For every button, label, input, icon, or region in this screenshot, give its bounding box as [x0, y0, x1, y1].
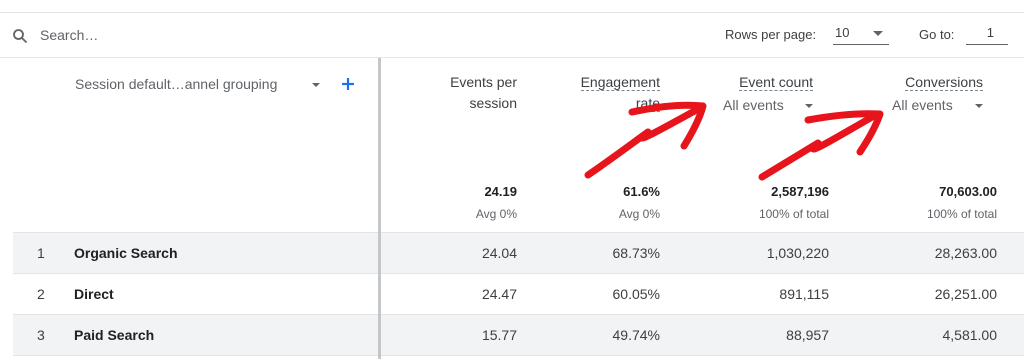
chevron-down-icon[interactable] [805, 104, 813, 108]
row-metric-value: 28,263.00 [934, 245, 997, 261]
column-header-line: rate [635, 95, 660, 112]
row-metric-value: 891,115 [779, 286, 829, 302]
rows-per-page-select[interactable]: 10 [833, 21, 889, 45]
row-index: 2 [37, 286, 45, 302]
chevron-down-icon[interactable] [975, 104, 983, 108]
total-subtext: 100% of total [926, 207, 997, 221]
go-to-label: Go to: [919, 27, 955, 42]
row-metric-value: 24.04 [481, 245, 517, 261]
row-metric-value: 60.05% [612, 286, 660, 302]
row-metric-value: 24.47 [481, 286, 517, 302]
annotation-arrow-icon [584, 104, 704, 179]
column-header-line: Event count [739, 74, 813, 91]
chevron-down-icon[interactable] [312, 83, 320, 87]
row-dimension-value[interactable]: Direct [74, 286, 114, 302]
row-metric-value: 49.74% [612, 327, 660, 343]
row-divider [13, 355, 1024, 356]
row-index: 3 [37, 327, 45, 343]
row-index: 1 [37, 245, 45, 261]
row-metric-value: 26,251.00 [934, 286, 997, 302]
search-icon[interactable] [12, 28, 28, 44]
dimension-column-divider[interactable] [378, 58, 381, 359]
column-header-line: Events per [450, 74, 517, 90]
column-header-line: session [469, 95, 517, 111]
column-header-engagement-rate[interactable]: Engagement rate [540, 72, 660, 114]
total-subtext: Avg 0% [618, 207, 660, 221]
search-input[interactable]: Search… [40, 27, 98, 43]
total-value: 2,587,196 [771, 184, 829, 199]
go-to-page-value: 1 [986, 25, 994, 40]
column-header-conversions[interactable]: Conversions [860, 72, 983, 93]
column-header-line: Engagement [580, 74, 660, 91]
rows-per-page-value: 10 [835, 25, 850, 40]
total-value: 61.6% [623, 184, 660, 199]
annotation-arrowhead-icon [804, 110, 884, 156]
add-dimension-icon[interactable] [340, 76, 356, 92]
go-to-page-input[interactable]: 1 [966, 21, 1008, 45]
table-row[interactable]: 1 Organic Search 24.04 68.73% 1,030,220 … [13, 233, 1024, 273]
row-dimension-value[interactable]: Paid Search [74, 327, 154, 343]
row-metric-value: 4,581.00 [942, 327, 998, 343]
row-metric-value: 68.73% [612, 245, 660, 261]
table-row[interactable]: 2 Direct 24.47 60.05% 891,115 26,251.00 [13, 274, 1024, 314]
total-value: 70,603.00 [939, 184, 997, 199]
row-metric-value: 15.77 [481, 327, 517, 343]
table-row[interactable]: 3 Paid Search 15.77 49.74% 88,957 4,581.… [13, 315, 1024, 355]
column-header-event-count[interactable]: Event count [690, 72, 813, 93]
event-count-event-selector[interactable]: All events [723, 97, 784, 113]
total-subtext: 100% of total [758, 207, 829, 221]
toolbar-divider [0, 57, 1024, 58]
total-value: 24.19 [484, 184, 517, 199]
rows-per-page-label: Rows per page: [725, 27, 817, 42]
dimension-header[interactable]: Session default…annel grouping [75, 76, 277, 92]
conversions-event-selector[interactable]: All events [892, 97, 953, 113]
column-header-line: Conversions [905, 74, 983, 91]
total-subtext: Avg 0% [475, 207, 517, 221]
row-dimension-value[interactable]: Organic Search [74, 245, 178, 261]
table-toolbar: Search… Rows per page: 10 Go to: 1 [0, 13, 1024, 57]
row-metric-value: 1,030,220 [766, 245, 829, 261]
column-header-events-per-session[interactable]: Events per session [400, 72, 517, 114]
annotation-arrow-icon [758, 112, 878, 181]
row-metric-value: 88,957 [786, 327, 829, 343]
chevron-down-icon [873, 31, 883, 36]
